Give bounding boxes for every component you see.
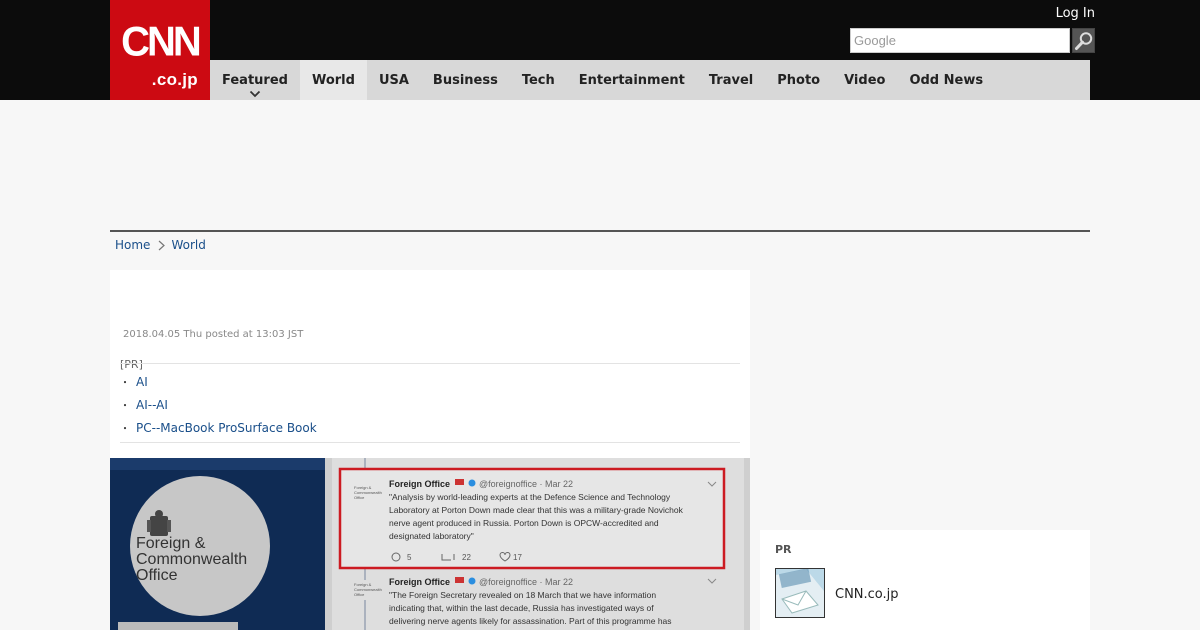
tweet-text-line: "Analysis by world-leading experts at th… (389, 492, 671, 502)
nav-item-world[interactable]: World (299, 60, 367, 100)
breadcrumb-home[interactable]: Home (115, 238, 150, 252)
nav-item-business[interactable]: Business (421, 60, 510, 100)
login-link[interactable]: Log In (1056, 6, 1095, 21)
nav-item-label: World (311, 72, 355, 88)
logo-sub-text: .co.jp (151, 70, 198, 89)
nav-item-label: Tech (521, 72, 555, 88)
tweet-text-line: delivering nerve agents likely for assas… (389, 616, 672, 626)
tweet-account: Foreign Office (389, 577, 450, 587)
nav-item-label: Video (844, 72, 886, 88)
tweet-text-line: designated laboratory" (389, 531, 474, 541)
chevron-right-icon (158, 240, 166, 251)
bullet: ・ (120, 401, 130, 412)
search-button[interactable] (1072, 28, 1095, 53)
search-icon (1074, 31, 1092, 50)
bullet: ・ (120, 378, 130, 389)
chevron-down-icon (249, 90, 261, 98)
breadcrumb: Home World (115, 238, 206, 252)
tweet-text-line: "The Foreign Secretary revealed on 18 Ma… (389, 590, 656, 600)
svg-text:Office: Office (354, 495, 365, 500)
tweet-text-line: indicating that, within the last decade,… (389, 603, 654, 613)
section-divider (110, 230, 1090, 232)
org-name-line: Office (136, 567, 178, 584)
nav-item-label: Travel (708, 72, 754, 88)
nav-item-label: USA (378, 72, 409, 88)
pr-divider-bottom (120, 442, 740, 443)
envelope-icon (776, 569, 824, 617)
nav-item-label: Featured (222, 72, 288, 88)
tweet-handle: @foreignoffice · Mar 22 (479, 479, 573, 489)
nav-item-photo[interactable]: Photo (765, 60, 832, 100)
pr-link[interactable]: PC--MacBook ProSurface Book (136, 421, 317, 435)
search-input[interactable] (850, 28, 1070, 53)
sidebar-pr-text[interactable]: CNN.co.jp (835, 587, 899, 602)
org-name-line: Foreign & (136, 535, 206, 552)
nav-item-video[interactable]: Video (832, 60, 897, 100)
org-name-line: Commonwealth (136, 551, 247, 568)
nav-item-label: Odd News (909, 72, 984, 88)
logo-main-text: CNN (121, 18, 202, 66)
nav-item-featured[interactable]: Featured (210, 60, 300, 100)
bullet: ・ (120, 424, 130, 435)
list-item: ・ AI--AI (120, 396, 317, 419)
article-photo: Foreign & Commonwealth Office Foreign & … (110, 458, 750, 630)
main-nav: Featured World USA Business Tech Enterta… (210, 60, 1090, 100)
tweet-screenshot: Foreign & Commonwealth Office Foreign & … (110, 458, 750, 630)
post-date: 2018.04.05 Thu posted at 13:03 JST (123, 329, 304, 340)
pr-link[interactable]: AI (136, 375, 148, 389)
list-item: ・ AI (120, 373, 317, 396)
nav-item-travel[interactable]: Travel (697, 60, 765, 100)
pr-link[interactable]: AI--AI (136, 398, 168, 412)
nav-item-odd-news[interactable]: Odd News (897, 60, 995, 100)
tweet-text-line: nerve agent produced in Russia. Porton D… (389, 518, 659, 528)
tweet-replies: 5 (407, 553, 412, 562)
nav-item-label: Business (432, 72, 498, 88)
article-card: 2018.04.05 Thu posted at 13:03 JST [PR] … (110, 270, 750, 458)
tweet-handle: @foreignoffice · Mar 22 (479, 577, 573, 587)
tweet-likes: 17 (513, 553, 522, 562)
breadcrumb-world[interactable]: World (171, 238, 205, 252)
sidebar-pr-label: PR (775, 543, 792, 556)
nav-item-label: Entertainment (578, 72, 685, 88)
nav-item-entertainment[interactable]: Entertainment (567, 60, 697, 100)
tweet-retweets: 22 (462, 553, 471, 562)
cnn-logo[interactable]: CNN .co.jp (110, 0, 210, 100)
pr-label: [PR] (120, 358, 143, 371)
pr-link-list: ・ AI ・ AI--AI ・ PC--MacBook ProSurface Book (120, 373, 317, 442)
nav-item-label: Photo (777, 72, 821, 88)
nav-item-usa[interactable]: USA (367, 60, 421, 100)
pr-divider-top (120, 363, 740, 364)
tweet-text-line: Laboratory at Porton Down made clear tha… (389, 505, 684, 515)
list-item: ・ PC--MacBook ProSurface Book (120, 419, 317, 442)
nav-item-tech[interactable]: Tech (510, 60, 567, 100)
tweet-account: Foreign Office (389, 479, 450, 489)
svg-text:Office: Office (354, 592, 365, 597)
pr-thumbnail[interactable] (775, 568, 825, 618)
sidebar-pr-card: PR CNN.co.jp (760, 530, 1090, 630)
search-box (850, 28, 1095, 53)
